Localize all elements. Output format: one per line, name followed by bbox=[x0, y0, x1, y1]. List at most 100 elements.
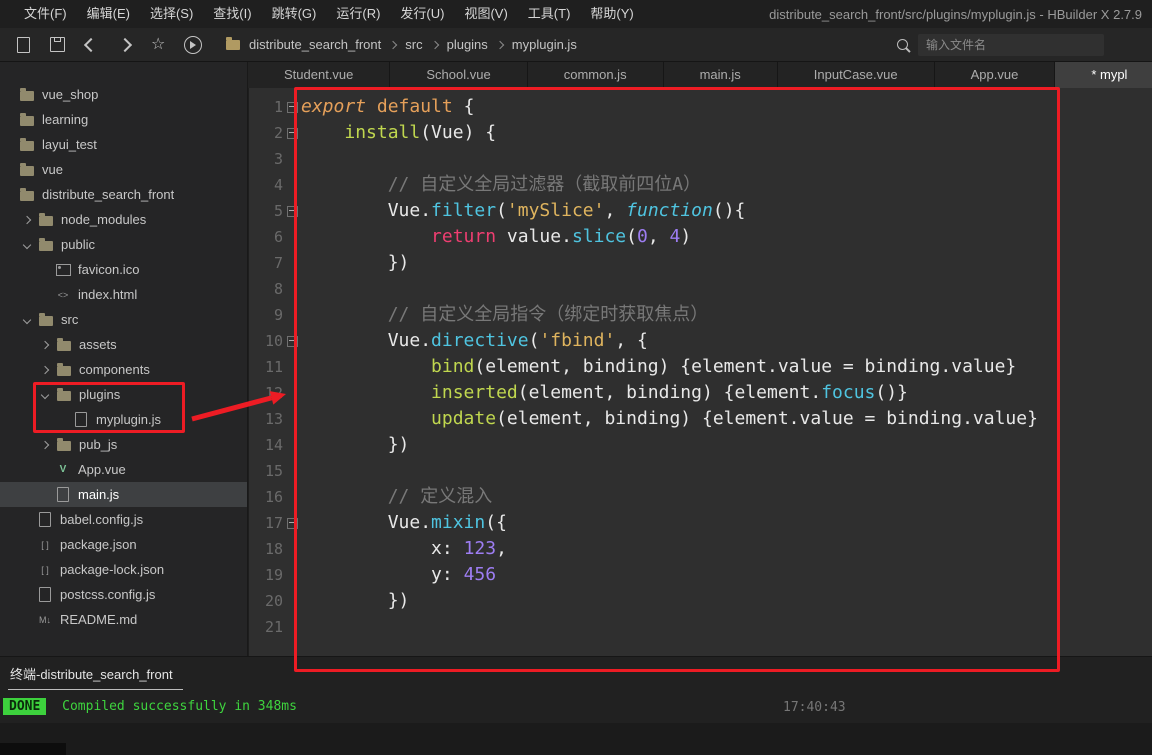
line-number: 2 bbox=[273, 124, 283, 142]
line-number: 20 bbox=[264, 592, 283, 610]
menu-item-3[interactable]: 查找(I) bbox=[203, 0, 261, 28]
back-icon bbox=[83, 37, 99, 52]
tab-main.js[interactable]: main.js bbox=[663, 62, 778, 88]
tree-item-main.js[interactable]: main.js bbox=[0, 482, 247, 507]
tree-item-assets[interactable]: assets bbox=[0, 332, 247, 357]
tab-InputCase.vue[interactable]: InputCase.vue bbox=[777, 62, 935, 88]
tree-item-components[interactable]: components bbox=[0, 357, 247, 382]
breadcrumb-item-1[interactable]: src bbox=[405, 37, 422, 52]
menu-item-5[interactable]: 运行(R) bbox=[326, 0, 390, 28]
tab-common.js[interactable]: common.js bbox=[527, 62, 664, 88]
tree-item-package.json[interactable]: [ ] package.json bbox=[0, 532, 247, 557]
tab-mypl[interactable]: * mypl bbox=[1055, 62, 1152, 88]
js-icon bbox=[36, 587, 54, 602]
run-button[interactable] bbox=[176, 28, 210, 61]
chevron-right-icon[interactable] bbox=[40, 365, 50, 374]
tree-item-postcss.config.js[interactable]: postcss.config.js bbox=[0, 582, 247, 607]
fold-toggle-icon[interactable] bbox=[286, 517, 298, 529]
tree-item-src[interactable]: src bbox=[0, 307, 247, 332]
tree-item-myplugin.js[interactable]: myplugin.js bbox=[0, 407, 247, 432]
line-number: 6 bbox=[273, 228, 283, 246]
menu-item-1[interactable]: 编辑(E) bbox=[77, 0, 140, 28]
tab-App.vue[interactable]: App.vue bbox=[934, 62, 1056, 88]
toolbar-icons bbox=[6, 28, 210, 61]
fold-toggle-icon[interactable] bbox=[286, 335, 298, 347]
folder-icon bbox=[226, 36, 240, 50]
menu-item-0[interactable]: 文件(F) bbox=[14, 0, 77, 28]
code-line: 15 bbox=[249, 458, 1152, 484]
tree-item-vue[interactable]: vue bbox=[0, 157, 247, 182]
folder-icon bbox=[55, 337, 73, 351]
tab-Student.vue[interactable]: Student.vue bbox=[248, 62, 391, 88]
star-button[interactable] bbox=[142, 28, 176, 61]
chevron-right-icon bbox=[389, 40, 398, 49]
chevron-right-icon[interactable] bbox=[40, 340, 50, 349]
tree-item-App.vue[interactable]: V App.vue bbox=[0, 457, 247, 482]
tree-item-layui_test[interactable]: layui_test bbox=[0, 132, 247, 157]
tree-item-babel.config.js[interactable]: babel.config.js bbox=[0, 507, 247, 532]
tree-item-node_modules[interactable]: node_modules bbox=[0, 207, 247, 232]
menu-item-9[interactable]: 帮助(Y) bbox=[580, 0, 643, 28]
status-badge: DONE bbox=[3, 698, 47, 715]
code-line: 21 bbox=[249, 614, 1152, 640]
image-icon bbox=[54, 263, 72, 276]
fold-toggle-icon[interactable] bbox=[286, 101, 298, 113]
tree-item-README.md[interactable]: M↓ README.md bbox=[0, 607, 247, 632]
folder-icon bbox=[37, 212, 55, 226]
chevron-down-icon[interactable] bbox=[22, 315, 32, 324]
tree-item-index.html[interactable]: <> index.html bbox=[0, 282, 247, 307]
folder-icon bbox=[37, 237, 55, 251]
run-icon bbox=[184, 35, 202, 54]
chevron-down-icon[interactable] bbox=[40, 390, 50, 399]
tree-item-vue_shop[interactable]: vue_shop bbox=[0, 82, 247, 107]
fold-toggle-icon[interactable] bbox=[286, 127, 298, 139]
menu-item-4[interactable]: 跳转(G) bbox=[262, 0, 327, 28]
menu-item-8[interactable]: 工具(T) bbox=[518, 0, 581, 28]
new-file-button[interactable] bbox=[6, 28, 40, 61]
line-number: 4 bbox=[273, 176, 283, 194]
menu-item-7[interactable]: 视图(V) bbox=[454, 0, 517, 28]
line-number: 10 bbox=[264, 332, 283, 350]
forward-button[interactable] bbox=[108, 28, 142, 61]
console-time: 17:40:43 bbox=[783, 700, 846, 715]
chevron-right-icon[interactable] bbox=[40, 440, 50, 449]
menu-item-6[interactable]: 发行(U) bbox=[390, 0, 454, 28]
tab-School.vue[interactable]: School.vue bbox=[390, 62, 528, 88]
js-icon bbox=[36, 512, 54, 527]
tree-item-favicon.ico[interactable]: favicon.ico bbox=[0, 257, 247, 282]
toolbar: distribute_search_front src plugins myplugi… bbox=[0, 28, 1152, 62]
breadcrumb-item-0[interactable]: distribute_search_front bbox=[249, 37, 381, 52]
line-number: 17 bbox=[264, 514, 283, 532]
tree-item-plugins[interactable]: plugins bbox=[0, 382, 247, 407]
menu-bar: 文件(F) 编辑(E) 选择(S) 查找(I) 跳转(G) 运行(R) 发行(U) 视图(V)… bbox=[0, 0, 1152, 28]
back-button[interactable] bbox=[74, 28, 108, 61]
breadcrumb-item-3[interactable]: myplugin.js bbox=[512, 37, 577, 52]
line-number: 8 bbox=[273, 280, 283, 298]
tree-item-pub_js[interactable]: pub_js bbox=[0, 432, 247, 457]
tree-item-distribute_search_front[interactable]: distribute_search_front bbox=[0, 182, 247, 207]
code-line: 5 Vue.filter('mySlice', function(){ bbox=[249, 198, 1152, 224]
star-icon bbox=[151, 36, 167, 54]
tree-item-public[interactable]: public bbox=[0, 232, 247, 257]
terminal-tab[interactable]: 终端-distribute_search_front bbox=[8, 664, 183, 690]
code-line: 18 x: 123, bbox=[249, 536, 1152, 562]
code-line: 8 bbox=[249, 276, 1152, 302]
chevron-down-icon[interactable] bbox=[22, 240, 32, 249]
code-line: 2 install(Vue) { bbox=[249, 120, 1152, 146]
json-icon: [ ] bbox=[41, 539, 49, 550]
vue-icon: V bbox=[59, 463, 67, 475]
fold-toggle-icon[interactable] bbox=[286, 205, 298, 217]
md-icon: M↓ bbox=[39, 614, 51, 625]
tree-item-package-lock.json[interactable]: [ ] package-lock.json bbox=[0, 557, 247, 582]
file-search-input[interactable] bbox=[918, 33, 1104, 56]
tree-item-learning[interactable]: learning bbox=[0, 107, 247, 132]
code-line: 16 // 定义混入 bbox=[249, 484, 1152, 510]
console-output: DONE Compiled successfully in 348ms 17:4… bbox=[3, 698, 1152, 717]
code-line: 9 // 自定义全局指令（绑定时获取焦点） bbox=[249, 302, 1152, 328]
menu-item-2[interactable]: 选择(S) bbox=[140, 0, 203, 28]
chevron-right-icon[interactable] bbox=[22, 215, 32, 224]
breadcrumb-item-2[interactable]: plugins bbox=[447, 37, 488, 52]
line-number: 11 bbox=[264, 358, 283, 376]
editor[interactable]: 1 export default {2 install(Vue) {3 4 // 自… bbox=[249, 88, 1152, 657]
save-button[interactable] bbox=[40, 28, 74, 61]
